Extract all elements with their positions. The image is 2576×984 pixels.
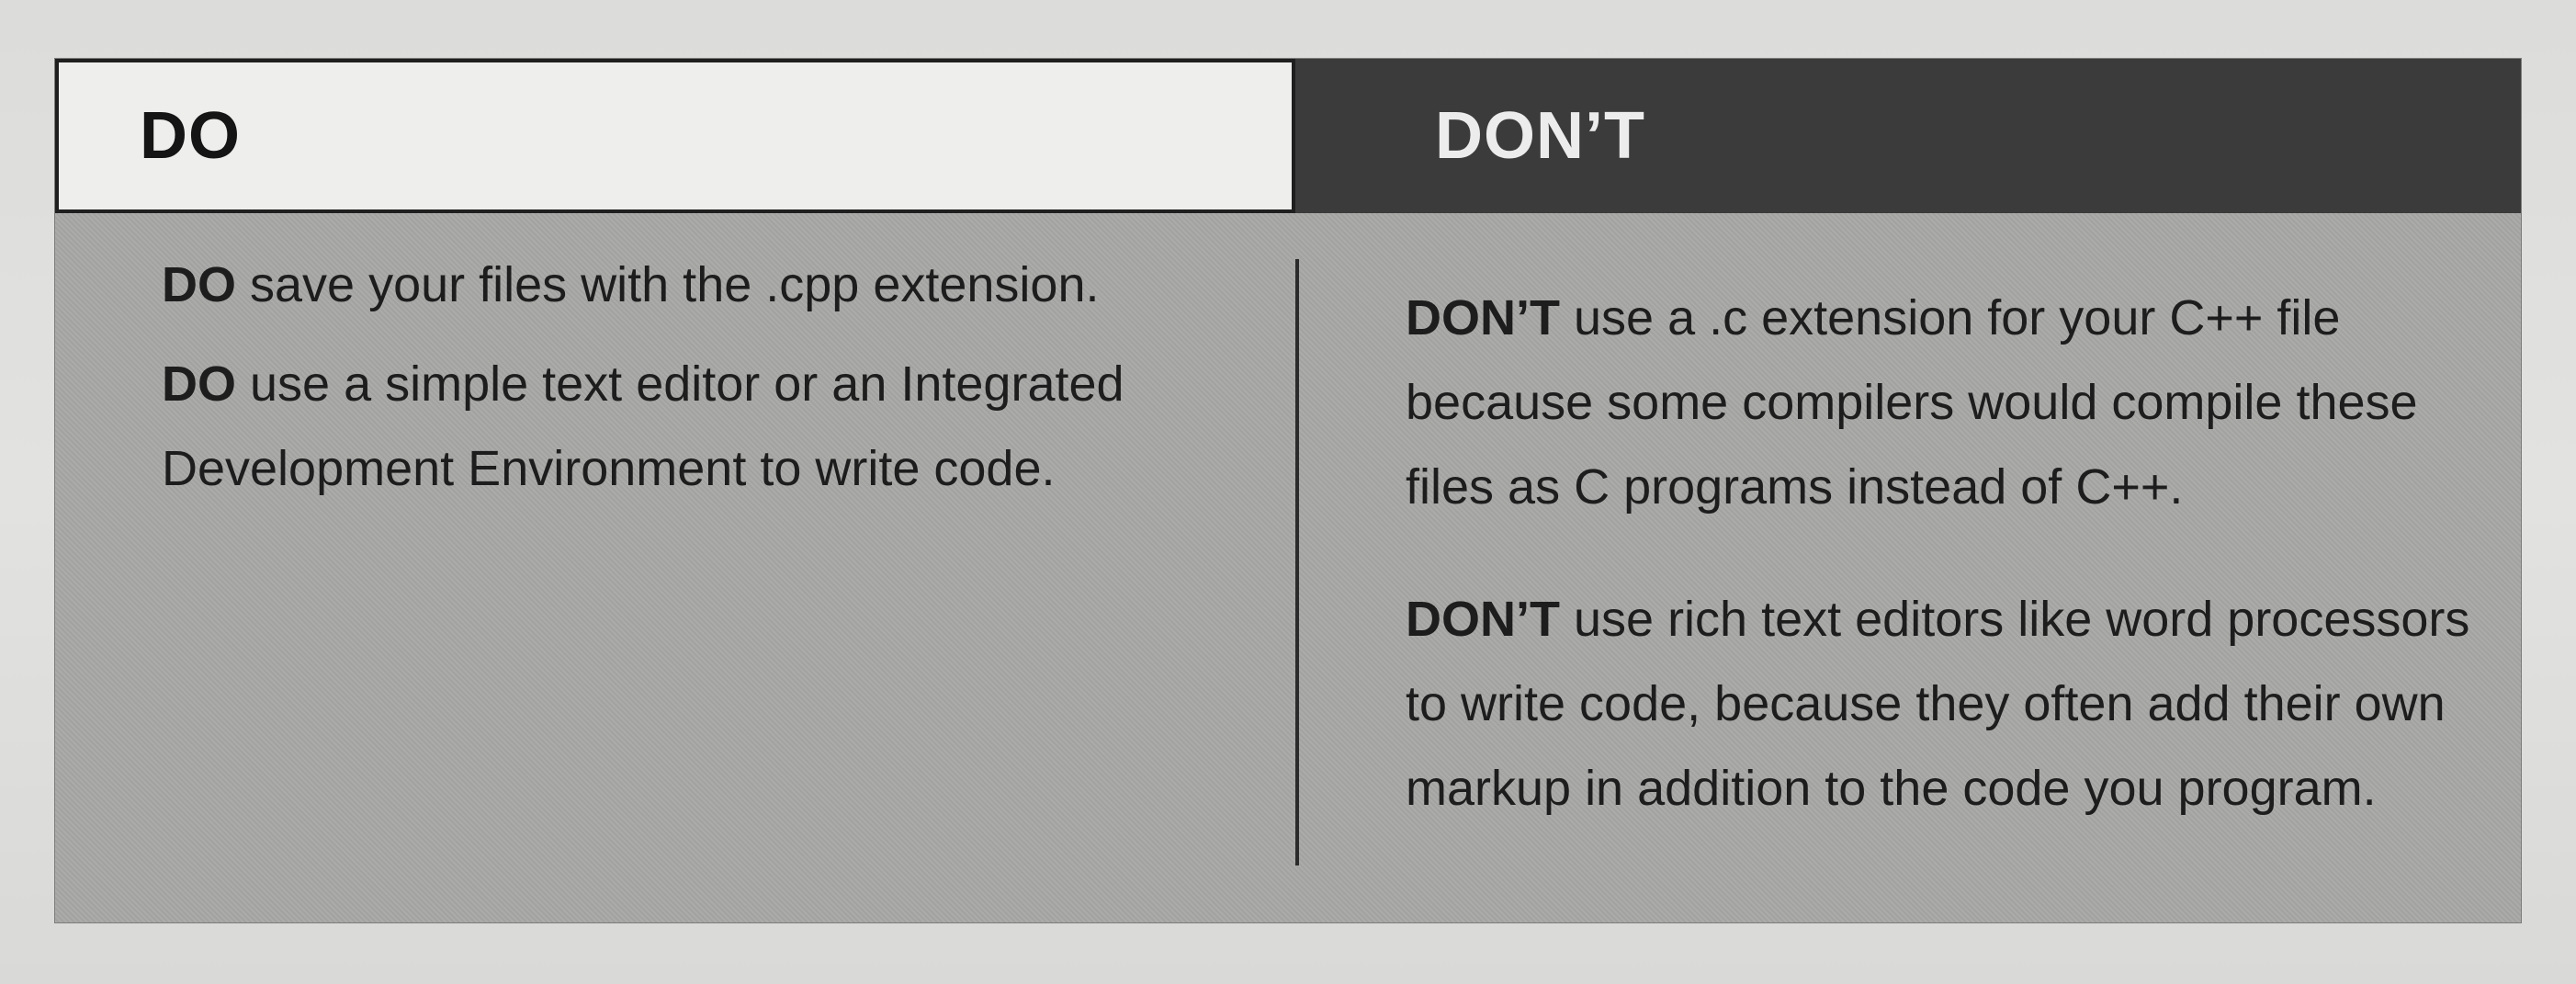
dont-item: DON’T use rich text editors like word pr… (1406, 577, 2508, 831)
do-item-text: use a simple text editor or an Integrate… (162, 356, 1124, 496)
do-column: DO save your files with the .cpp extensi… (162, 243, 1246, 526)
do-dont-box: DO DON’T DO save your files with the .cp… (55, 59, 2521, 922)
dont-item: DON’T use a .c extension for your C++ fi… (1406, 276, 2508, 529)
dont-item-text: use rich text editors like word processo… (1406, 592, 2470, 816)
do-item: DO save your files with the .cpp extensi… (162, 243, 1246, 327)
do-item: DO use a simple text editor or an Integr… (162, 342, 1246, 511)
do-item-keyword: DO (162, 356, 236, 412)
column-divider (1295, 259, 1299, 865)
dont-header-title: DON’T (1435, 99, 1645, 173)
dont-column: DON’T use a .c extension for your C++ fi… (1406, 276, 2508, 878)
do-item-text: save your files with the .cpp extension. (236, 257, 1100, 312)
do-header-title: DO (140, 99, 241, 173)
do-item-keyword: DO (162, 257, 236, 312)
do-header: DO (55, 59, 1295, 213)
dont-item-keyword: DON’T (1406, 592, 1560, 647)
dont-item-keyword: DON’T (1406, 290, 1560, 345)
dont-header: DON’T (1295, 59, 2521, 213)
